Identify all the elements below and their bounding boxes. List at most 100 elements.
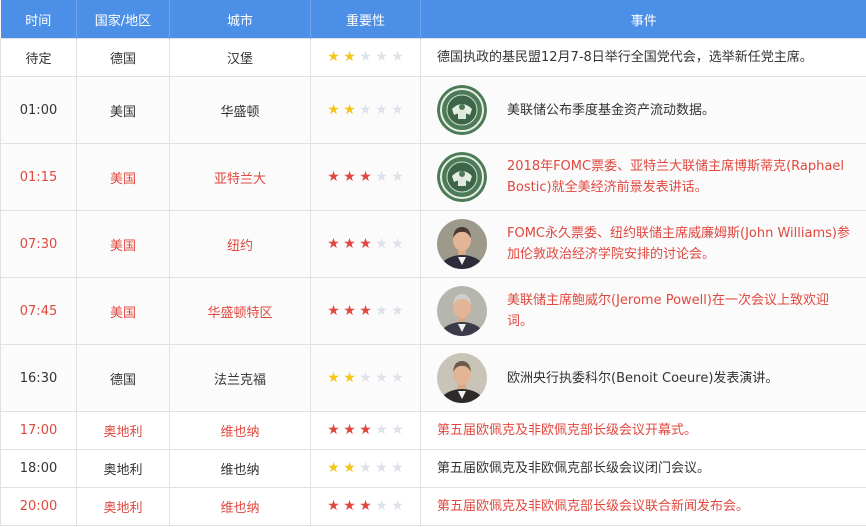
cell-importance: ★ ★ ★ ★ ★ (310, 449, 421, 488)
star-filled-icon: ★ (343, 369, 356, 386)
star-filled-icon: ★ (343, 302, 356, 319)
event-description: 第五届欧佩克及非欧佩克部长级会议开幕式。 (437, 423, 698, 438)
star-filled-icon: ★ (359, 498, 372, 514)
table-row[interactable]: 待定 德国 汉堡 ★ ★ ★ ★ ★ 德国执政的基民盟12月7-8日举行全国党代会，选举新任党主… (0, 38, 866, 77)
cell-time: 待定 (0, 38, 77, 77)
cell-event: 美联储主席鲍威尔(Jerome Powell)在一次会议上致欢迎词。 (420, 277, 866, 345)
cell-city: 维也纳 (169, 411, 311, 450)
star-empty-icon: ★ (391, 302, 404, 319)
star-empty-icon: ★ (391, 101, 404, 118)
cell-country: 美国 (76, 277, 170, 345)
star-empty-icon: ★ (359, 101, 372, 118)
cell-country: 德国 (76, 38, 170, 77)
event-description: 德国执政的基民盟12月7-8日举行全国党代会，选举新任党主席。 (437, 50, 813, 65)
cell-city: 亚特兰大 (169, 143, 311, 211)
cell-time: 16:30 (0, 344, 77, 412)
star-empty-icon: ★ (375, 369, 388, 386)
star-empty-icon: ★ (375, 168, 388, 185)
star-empty-icon: ★ (391, 422, 404, 438)
cell-city: 华盛顿特区 (169, 277, 311, 345)
importance-rating: ★ ★ ★ ★ ★ (326, 499, 406, 513)
star-filled-icon: ★ (359, 168, 372, 185)
cell-event: 第五届欧佩克及非欧佩克部长级会议开幕式。 (420, 411, 866, 450)
cell-importance: ★ ★ ★ ★ ★ (310, 76, 421, 144)
table-row[interactable]: 17:00 奥地利 维也纳 ★ ★ ★ ★ ★ 第五届欧佩克及非欧佩克部长级会议开幕式。 (0, 411, 866, 450)
star-empty-icon: ★ (391, 460, 404, 476)
cell-city: 纽约 (169, 210, 311, 278)
table-row[interactable]: 01:15 美国 亚特兰大 ★ ★ ★ ★ ★ 2018年FOMC票委、亚特兰大联储主席博斯蒂克… (0, 143, 866, 211)
star-filled-icon: ★ (327, 498, 340, 514)
cell-time: 20:00 (0, 487, 77, 526)
column-header-importance[interactable]: 重要性 (310, 0, 421, 39)
importance-rating: ★ ★ ★ ★ ★ (326, 103, 406, 117)
cell-importance: ★ ★ ★ ★ ★ (310, 277, 421, 345)
event-description: 欧洲央行执委科尔(Benoit Coeure)发表演讲。 (507, 370, 779, 386)
star-empty-icon: ★ (391, 235, 404, 252)
event-description: 第五届欧佩克及非欧佩克部长级会议闭门会议。 (437, 461, 711, 476)
star-empty-icon: ★ (359, 369, 372, 386)
cell-event: 第五届欧佩克及非欧佩克部长级会议联合新闻发布会。 (420, 487, 866, 526)
cell-importance: ★ ★ ★ ★ ★ (310, 143, 421, 211)
star-empty-icon: ★ (375, 49, 388, 65)
importance-rating: ★ ★ ★ ★ ★ (326, 371, 406, 385)
cell-event: 2018年FOMC票委、亚特兰大联储主席博斯蒂克(Raphael Bostic)… (420, 143, 866, 211)
star-empty-icon: ★ (359, 49, 372, 65)
cell-city: 维也纳 (169, 449, 311, 488)
star-empty-icon: ★ (391, 49, 404, 65)
star-filled-icon: ★ (327, 302, 340, 319)
cell-time: 01:15 (0, 143, 77, 211)
cell-importance: ★ ★ ★ ★ ★ (310, 344, 421, 412)
star-filled-icon: ★ (343, 101, 356, 118)
cell-importance: ★ ★ ★ ★ ★ (310, 487, 421, 526)
column-header-city[interactable]: 城市 (169, 0, 311, 39)
cell-event: 美联储公布季度基金资产流动数据。 (420, 76, 866, 144)
star-filled-icon: ★ (343, 422, 356, 438)
person-portrait-icon (437, 286, 487, 336)
star-empty-icon: ★ (375, 101, 388, 118)
importance-rating: ★ ★ ★ ★ ★ (326, 237, 406, 251)
importance-rating: ★ ★ ★ ★ ★ (326, 423, 406, 437)
star-filled-icon: ★ (343, 49, 356, 65)
cell-time: 01:00 (0, 76, 77, 144)
cell-time: 07:45 (0, 277, 77, 345)
cell-time: 07:30 (0, 210, 77, 278)
cell-importance: ★ ★ ★ ★ ★ (310, 38, 421, 77)
star-empty-icon: ★ (391, 369, 404, 386)
star-empty-icon: ★ (375, 422, 388, 438)
star-filled-icon: ★ (327, 235, 340, 252)
column-header-event[interactable]: 事件 (420, 0, 866, 39)
event-description: FOMC永久票委、纽约联储主席威廉姆斯(John Williams)参加伦敦政治… (507, 226, 850, 262)
importance-rating: ★ ★ ★ ★ ★ (326, 170, 406, 184)
table-row[interactable]: 07:45 美国 华盛顿特区 ★ ★ ★ ★ ★ 美联储主席鲍威尔(Jerome Powell)… (0, 277, 866, 345)
star-filled-icon: ★ (359, 235, 372, 252)
cell-importance: ★ ★ ★ ★ ★ (310, 411, 421, 450)
event-description: 2018年FOMC票委、亚特兰大联储主席博斯蒂克(Raphael Bostic)… (507, 159, 844, 195)
cell-city: 维也纳 (169, 487, 311, 526)
column-header-country[interactable]: 国家/地区 (76, 0, 170, 39)
importance-rating: ★ ★ ★ ★ ★ (326, 50, 406, 64)
cell-event: 欧洲央行执委科尔(Benoit Coeure)发表演讲。 (420, 344, 866, 412)
economic-calendar-table: 时间 国家/地区 城市 重要性 事件 待定 德国 汉堡 ★ ★ ★ ★ ★ 德国执政的基民盟12… (0, 0, 866, 526)
importance-rating: ★ ★ ★ ★ ★ (326, 304, 406, 318)
star-empty-icon: ★ (375, 460, 388, 476)
star-empty-icon: ★ (359, 460, 372, 476)
cell-event: 德国执政的基民盟12月7-8日举行全国党代会，选举新任党主席。 (420, 38, 866, 77)
star-filled-icon: ★ (343, 460, 356, 476)
table-row[interactable]: 20:00 奥地利 维也纳 ★ ★ ★ ★ ★ 第五届欧佩克及非欧佩克部长级会议联合新闻发布会。 (0, 487, 866, 526)
table-header-row: 时间 国家/地区 城市 重要性 事件 (0, 0, 866, 39)
star-empty-icon: ★ (391, 168, 404, 185)
table-row[interactable]: 07:30 美国 纽约 ★ ★ ★ ★ ★ FOMC永久票委、纽约联储主席威廉姆斯(John W… (0, 210, 866, 278)
event-description: 美联储公布季度基金资产流动数据。 (507, 102, 716, 118)
cell-country: 奥地利 (76, 411, 170, 450)
star-filled-icon: ★ (327, 49, 340, 65)
table-row[interactable]: 16:30 德国 法兰克福 ★ ★ ★ ★ ★ 欧洲央行执委科尔(Benoit Coeure)发… (0, 344, 866, 412)
event-description: 美联储主席鲍威尔(Jerome Powell)在一次会议上致欢迎词。 (507, 293, 829, 329)
cell-importance: ★ ★ ★ ★ ★ (310, 210, 421, 278)
star-filled-icon: ★ (327, 168, 340, 185)
table-row[interactable]: 18:00 奥地利 维也纳 ★ ★ ★ ★ ★ 第五届欧佩克及非欧佩克部长级会议闭门会议。 (0, 449, 866, 488)
fed-seal-icon (437, 152, 487, 202)
star-filled-icon: ★ (327, 369, 340, 386)
cell-country: 美国 (76, 210, 170, 278)
column-header-time[interactable]: 时间 (0, 0, 77, 39)
table-row[interactable]: 01:00 美国 华盛顿 ★ ★ ★ ★ ★ 美联储公布季度基金资产流动数据。 (0, 76, 866, 144)
